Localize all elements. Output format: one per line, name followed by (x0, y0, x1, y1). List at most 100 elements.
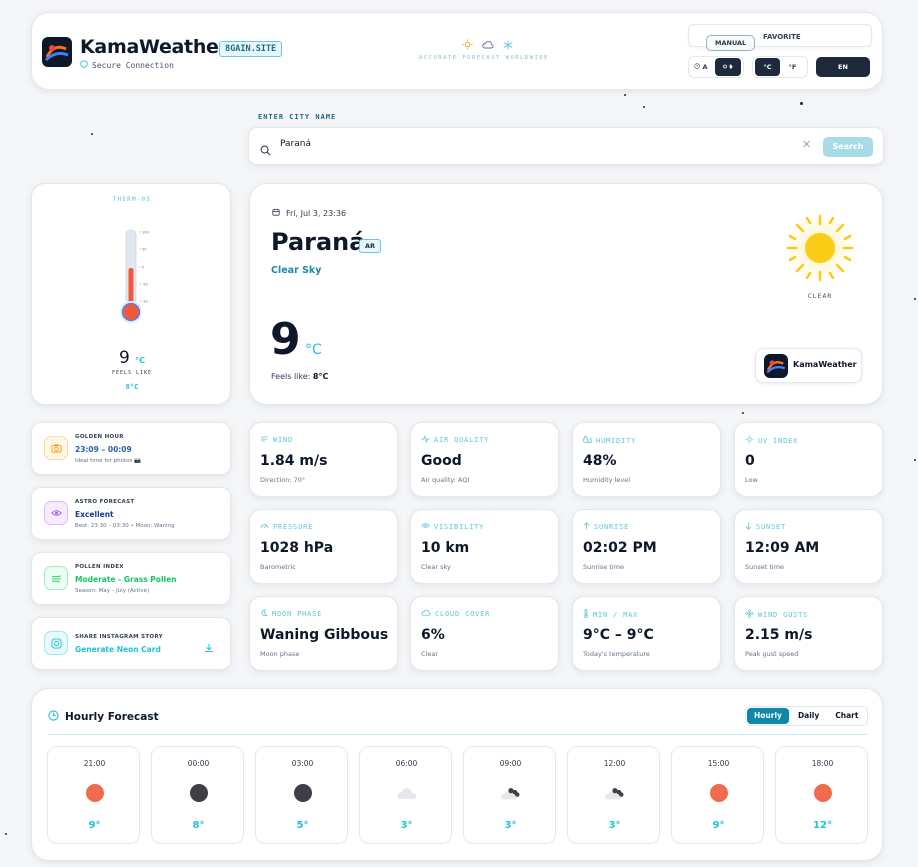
search-label: ENTER CITY NAME (258, 113, 337, 121)
droplets-icon (582, 435, 592, 446)
weather-condition: Clear Sky (271, 265, 322, 276)
metric-pressure-value: 1028 hPa (260, 540, 334, 556)
metric-humidity-sub: Humidity level (583, 476, 630, 484)
generate-card-link[interactable]: Generate Neon Card (75, 645, 161, 654)
metric-cloud-cover: CLOUD COVER 6% Clear (410, 596, 559, 671)
metric-humidity-label-text: HUMIDITY (596, 436, 637, 445)
astro-forecast-label: ASTRO FORECAST (75, 499, 135, 505)
secure-label: Secure Connection (92, 60, 174, 70)
city-name: Paraná (271, 228, 366, 256)
hourly-temp: 5° (296, 820, 309, 831)
hourly-item[interactable]: 18:00 12° (775, 746, 868, 844)
site-badge[interactable]: 8GAIN.SITE (219, 41, 283, 57)
metric-wind-label-text: WIND (273, 435, 294, 444)
tab-hourly[interactable]: Hourly (747, 708, 789, 724)
hourly-temp: 3° (608, 820, 621, 831)
tab-chart[interactable]: Chart (828, 708, 865, 724)
svg-text:0: 0 (142, 265, 144, 269)
metric-visibility-value: 10 km (421, 540, 470, 556)
share-story-card[interactable]: SHARE INSTAGRAM STORY Generate Neon Card (31, 617, 231, 670)
unit-fahrenheit-button[interactable]: °F (780, 58, 805, 76)
hourly-temp: 3° (400, 820, 413, 831)
metric-moon-phase-label-text: MOON PHASE (272, 610, 323, 618)
brand-card-label: KamaWeather (793, 360, 857, 369)
metric-sunrise: SUNRISE 02:02 PM Sunrise time (572, 509, 721, 584)
metric-humidity: HUMIDITY 48% Humidity level (572, 422, 721, 497)
app-header: KamaWeather 8GAIN.SITE Secure Connection… (31, 12, 883, 90)
secure-connection: Secure Connection (80, 60, 174, 70)
tagline: ACCURATE FORECAST WORLDWIDE (419, 55, 549, 61)
hourly-title-text: Hourly Forecast (65, 711, 159, 723)
hourly-item[interactable]: 03:00 5° (255, 746, 348, 844)
date-text: Fri, Jul 3, 23:36 (286, 208, 347, 218)
hourly-item[interactable]: 21:00 9° (47, 746, 140, 844)
feels-like-number: 8°C (312, 372, 329, 381)
golden-hour-sub: Ideal time for photos 📷 (75, 458, 141, 464)
forecast-view-tabs: Hourly Daily Chart (745, 706, 868, 726)
sun-icon (778, 208, 862, 292)
metric-visibility: VISIBILITY 10 km Clear sky (410, 509, 559, 584)
metric-uv-index-value: 0 (745, 453, 755, 469)
astro-forecast-card: ASTRO FORECAST Excellent Best: 23:30 – 0… (31, 487, 231, 540)
download-icon[interactable] (204, 638, 214, 657)
manual-mode-button[interactable]: MANUAL (706, 35, 756, 51)
language-button[interactable]: EN (816, 57, 870, 77)
clear-search-icon[interactable]: ✕ (802, 138, 811, 151)
metric-air-quality-label: AIR QUALITY (421, 434, 490, 445)
share-story-label: SHARE INSTAGRAM STORY (75, 634, 163, 640)
hourly-item[interactable]: 12:00 3° (567, 746, 660, 844)
metric-air-quality-value: Good (421, 453, 462, 469)
hourly-temp: 8° (192, 820, 205, 831)
clock-icon (48, 710, 59, 724)
thermometer-temp-value: 9 (118, 348, 130, 368)
metric-uv-index: UV INDEX 0 Low (734, 422, 883, 497)
hourly-temp: 3° (504, 820, 517, 831)
metric-wind-gusts-label-text: WIND GUSTS (758, 610, 809, 619)
city-search-input[interactable] (280, 139, 680, 149)
theme-auto-button[interactable]: A (689, 58, 713, 76)
unit-celsius-button[interactable]: °C (755, 58, 780, 76)
hourly-item[interactable]: 15:00 9° (671, 746, 764, 844)
hourly-item[interactable]: 06:00 3° (359, 746, 452, 844)
metric-cloud-cover-label: CLOUD COVER (421, 609, 490, 618)
thermometer-graphic: 100 50 0 -50 -10 (120, 229, 149, 323)
clouds-icon (500, 782, 522, 804)
thermometer-temp: 9 °C (32, 348, 232, 368)
metric-wind: WIND 1.84 m/s Direction: 70° (249, 422, 398, 497)
metric-wind-value: 1.84 m/s (260, 453, 328, 469)
metric-sunrise-value: 02:02 PM (583, 540, 657, 556)
brand-title: KamaWeather (80, 36, 228, 58)
metric-sunrise-label-text: SUNRISE (594, 523, 630, 531)
country-badge: AR (359, 239, 382, 253)
metric-cloud-cover-label-text: CLOUD COVER (435, 609, 491, 618)
tab-daily[interactable]: Daily (791, 708, 826, 724)
hourly-item[interactable]: 00:00 8° (151, 746, 244, 844)
activity-icon (421, 434, 430, 445)
metric-visibility-label-text: VISIBILITY (434, 522, 485, 531)
metric-sunrise-label: SUNRISE (583, 522, 629, 532)
unit-toggle: °C °F (752, 56, 808, 78)
theme-light-button[interactable] (715, 58, 741, 76)
metric-min-max-label: MIN / MAX (583, 609, 638, 620)
hourly-item[interactable]: 09:00 3° (463, 746, 556, 844)
favorite-label[interactable]: FAVORITE (763, 33, 801, 41)
metric-cloud-cover-value: 6% (421, 627, 445, 643)
hourly-forecast-title: Hourly Forecast (48, 710, 159, 724)
search-button[interactable]: Search (823, 137, 873, 157)
svg-text:50: 50 (142, 247, 146, 251)
gauge-icon (260, 522, 269, 531)
particle (800, 102, 803, 105)
thermometer-icon (583, 609, 589, 620)
metric-air-quality-label-text: AIR QUALITY (434, 436, 490, 444)
thermometer-card: THERM-05 100 50 0 -50 -10 9 °C FEELS LIK… (31, 183, 231, 405)
metric-visibility-label: VISIBILITY (421, 522, 484, 531)
arrow-up-icon (583, 522, 590, 532)
pollen-index-value: Moderate - Grass Pollen (75, 575, 177, 584)
eye-icon (44, 501, 68, 525)
metric-air-quality: AIR QUALITY Good Air quality: AQI (410, 422, 559, 497)
metric-cloud-cover-sub: Clear (421, 650, 438, 658)
fan-icon (745, 609, 754, 620)
metric-uv-index-label-text: UV INDEX (758, 436, 799, 445)
particle (624, 94, 626, 96)
metric-uv-index-sub: Low (745, 476, 758, 484)
